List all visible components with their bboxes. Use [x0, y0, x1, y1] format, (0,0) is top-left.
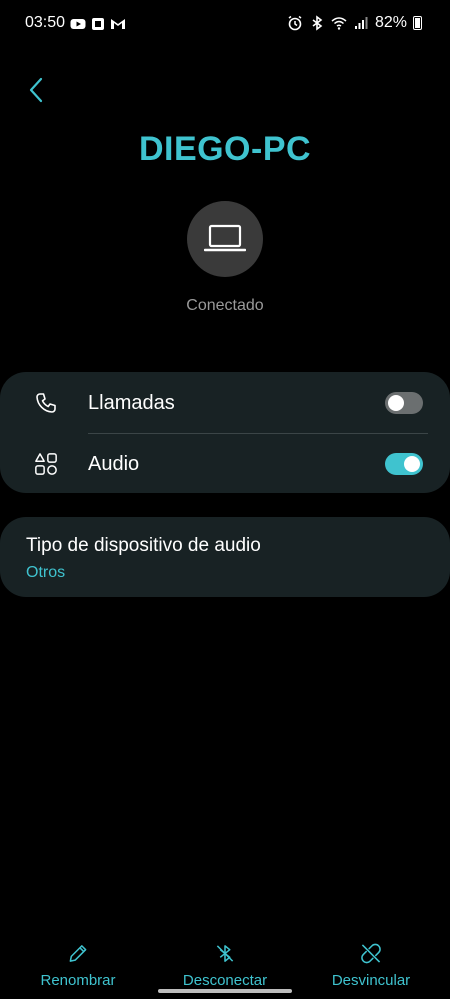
device-name: DIEGO-PC [138, 130, 312, 168]
unpair-button[interactable]: Desvincular [306, 929, 436, 989]
calls-toggle[interactable] [385, 392, 423, 414]
disconnect-label: Desconectar [182, 972, 268, 989]
signal-icon [354, 17, 368, 29]
profile-row-audio[interactable]: Audio [0, 434, 450, 494]
rename-label: Renombrar [40, 972, 116, 989]
phone-icon [34, 391, 58, 415]
status-bar: 03:50 82% [0, 12, 450, 36]
toggle-knob [388, 395, 404, 411]
status-time: 03:50 [25, 14, 66, 31]
battery-icon [413, 16, 422, 30]
laptop-icon [204, 224, 246, 252]
audio-toggle[interactable] [385, 453, 423, 475]
gmail-icon [111, 19, 125, 29]
toggle-knob [404, 456, 420, 472]
bluetooth-icon [312, 15, 323, 31]
back-button[interactable] [20, 72, 52, 108]
notification-app-icon [92, 18, 104, 30]
connection-status: Conectado [186, 297, 264, 314]
profile-label-calls: Llamadas [88, 391, 175, 414]
chevron-left-icon [29, 77, 43, 103]
audio-type-value: Otros [26, 564, 66, 581]
battery-percentage: 82% [374, 14, 407, 31]
audio-device-type-setting[interactable]: Tipo de dispositivo de audio Otros [0, 517, 450, 597]
bluetooth-device-details-screen: 03:50 82% DIEGO-PC Conectado Llamadas Au… [0, 0, 450, 999]
unlink-icon [361, 943, 381, 964]
wifi-icon [331, 17, 347, 30]
bottom-action-bar: Renombrar Desconectar Desvincular [0, 929, 450, 999]
disconnect-button[interactable]: Desconectar [160, 929, 290, 989]
audio-type-title: Tipo de dispositivo de audio [26, 535, 261, 556]
alarm-icon [288, 15, 302, 31]
pencil-icon [69, 945, 87, 962]
status-notification-icons [70, 16, 126, 32]
apps-grid-icon [34, 452, 58, 476]
rename-button[interactable]: Renombrar [13, 929, 143, 989]
home-indicator[interactable] [158, 989, 292, 993]
status-system-icons: 82% [287, 14, 422, 32]
profiles-card: Llamadas Audio [0, 372, 450, 493]
device-avatar [187, 201, 263, 277]
youtube-icon [70, 19, 86, 29]
profile-label-audio: Audio [88, 452, 140, 475]
profile-row-calls[interactable]: Llamadas [0, 373, 450, 433]
bluetooth-off-icon [216, 945, 234, 962]
unpair-label: Desvincular [331, 972, 411, 989]
